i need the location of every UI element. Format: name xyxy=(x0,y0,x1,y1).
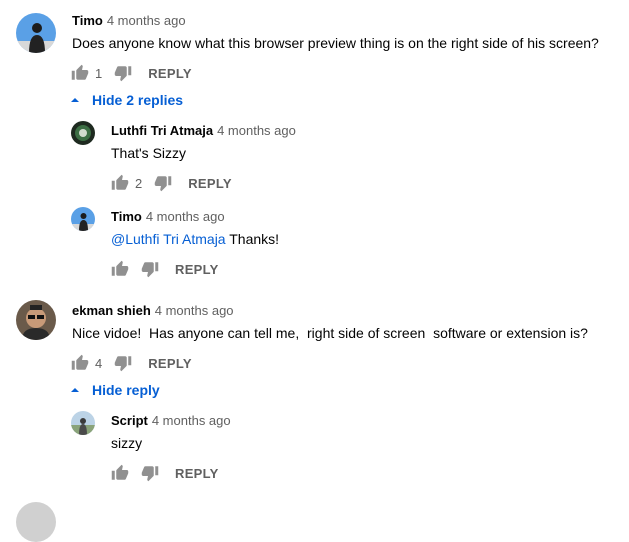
comment-timestamp[interactable]: 4 months ago xyxy=(155,303,234,318)
reply-actions: 2 REPLY xyxy=(111,173,232,193)
thumb-up-icon[interactable] xyxy=(71,354,89,372)
thumb-down-icon[interactable] xyxy=(114,64,132,82)
reply-timestamp[interactable]: 4 months ago xyxy=(146,209,225,224)
reply-text: That's Sizzy xyxy=(111,145,187,161)
toggle-label: Hide reply xyxy=(92,382,160,398)
comment-author[interactable]: Timo xyxy=(72,13,103,28)
reply-actions: REPLY xyxy=(111,259,219,279)
thumb-up-icon[interactable] xyxy=(111,464,129,482)
thumb-down-icon[interactable] xyxy=(154,174,172,192)
avatar[interactable] xyxy=(16,502,56,542)
reply-button[interactable]: REPLY xyxy=(188,176,232,191)
reply-button[interactable]: REPLY xyxy=(148,66,192,81)
reply-text-body: Thanks! xyxy=(225,231,280,247)
reply-author[interactable]: Timo xyxy=(111,209,142,224)
reply-timestamp[interactable]: 4 months ago xyxy=(152,413,231,428)
mention-link[interactable]: @Luthfi Tri Atmaja xyxy=(111,231,226,247)
thumb-up-icon[interactable] xyxy=(111,174,129,192)
thumb-up-icon[interactable] xyxy=(111,260,129,278)
thumb-down-icon[interactable] xyxy=(141,464,159,482)
reply-button[interactable]: REPLY xyxy=(175,262,219,277)
avatar[interactable] xyxy=(16,300,56,340)
toggle-label: Hide 2 replies xyxy=(92,92,184,108)
caret-up-icon xyxy=(70,385,80,395)
thumb-up-icon[interactable] xyxy=(71,64,89,82)
caret-up-icon xyxy=(70,95,80,105)
comment-actions: 4 REPLY xyxy=(71,353,192,373)
reply-author[interactable]: Script xyxy=(111,413,148,428)
comment-actions: 1 REPLY xyxy=(71,63,192,83)
avatar[interactable] xyxy=(16,13,56,53)
hide-replies-toggle[interactable]: Hide 2 replies xyxy=(70,92,183,108)
like-count: 1 xyxy=(95,65,103,81)
reply-actions: REPLY xyxy=(111,463,219,483)
reply-text: sizzy xyxy=(111,435,143,451)
reply-timestamp[interactable]: 4 months ago xyxy=(217,123,296,138)
comment-text: Nice vidoe! Has anyone can tell me, righ… xyxy=(72,325,588,341)
avatar[interactable] xyxy=(71,411,95,435)
hide-replies-toggle[interactable]: Hide reply xyxy=(70,382,160,398)
avatar[interactable] xyxy=(71,121,95,145)
reply-button[interactable]: REPLY xyxy=(148,356,192,371)
reply-button[interactable]: REPLY xyxy=(175,466,219,481)
comment-author[interactable]: ekman shieh xyxy=(72,303,151,318)
like-count: 2 xyxy=(135,175,143,191)
thumb-down-icon[interactable] xyxy=(114,354,132,372)
avatar[interactable] xyxy=(71,207,95,231)
comment-text: Does anyone know what this browser previ… xyxy=(72,35,599,51)
like-count: 4 xyxy=(95,355,103,371)
thumb-down-icon[interactable] xyxy=(141,260,159,278)
reply-author[interactable]: Luthfi Tri Atmaja xyxy=(111,123,213,138)
reply-text: @Luthfi Tri Atmaja Thanks! xyxy=(111,231,279,247)
comment-timestamp[interactable]: 4 months ago xyxy=(107,13,186,28)
